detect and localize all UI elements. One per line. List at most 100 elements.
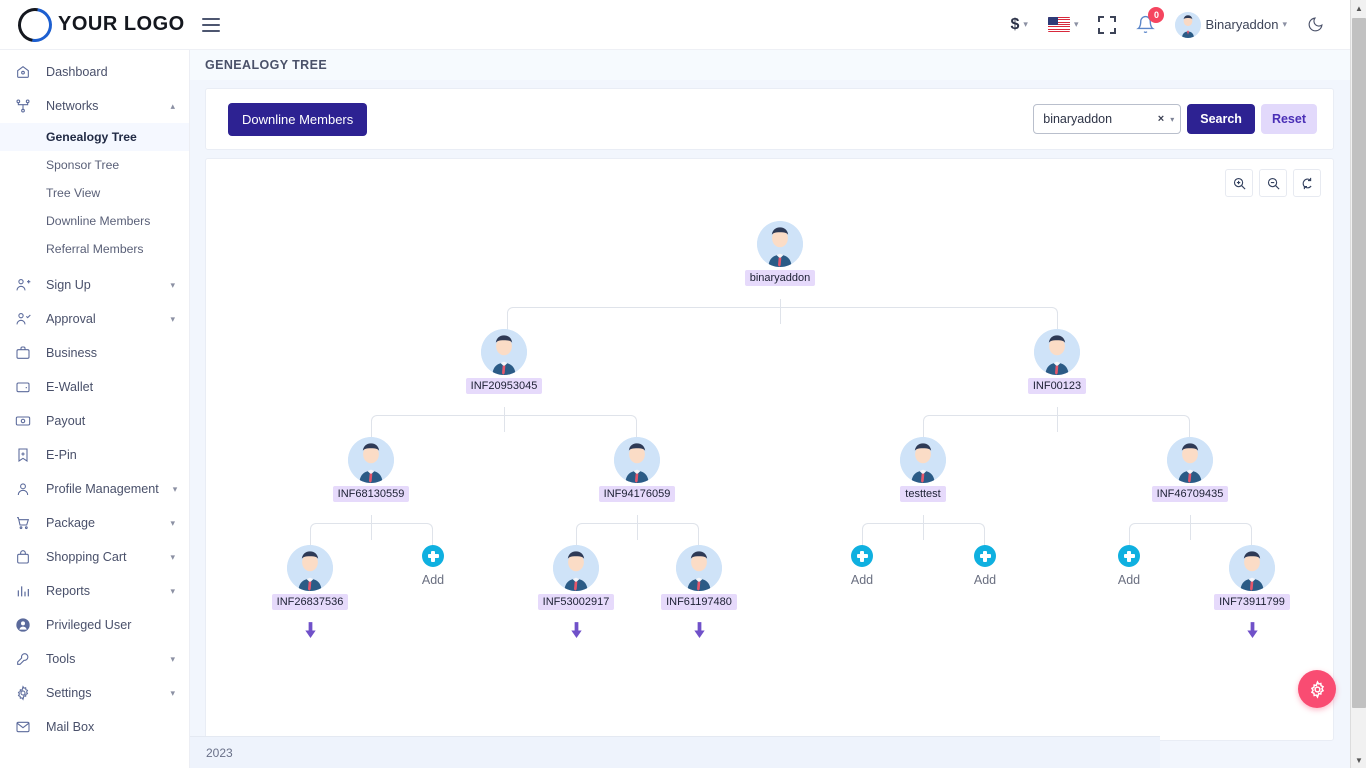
sidebar-item-label: Package xyxy=(46,516,95,530)
sidebar-item-reports[interactable]: Reports ▾ xyxy=(0,574,189,608)
sidebar-item-label: Privileged User xyxy=(46,618,131,632)
chevron-down-icon: ▾ xyxy=(1074,19,1079,30)
page-scrollbar[interactable]: ▲ ▼ xyxy=(1350,0,1366,768)
tree-add-node-3[interactable]: Add xyxy=(940,545,1030,587)
app-logo[interactable]: YOUR LOGO xyxy=(0,0,190,50)
sidebar-item-package[interactable]: Package ▾ xyxy=(0,506,189,540)
avatar[interactable] xyxy=(1034,329,1080,375)
sidebar-item-shopping-cart[interactable]: Shopping Cart ▾ xyxy=(0,540,189,574)
add-plus-icon[interactable] xyxy=(974,545,996,567)
avatar[interactable] xyxy=(348,437,394,483)
fullscreen-button[interactable] xyxy=(1098,16,1116,34)
tree-node-level4-3[interactable]: INF61197480 xyxy=(639,545,759,639)
user-check-icon xyxy=(14,310,32,328)
sidebar-item-label: Shopping Cart xyxy=(46,550,127,564)
sidebar-item-genealogy-tree[interactable]: Genealogy Tree xyxy=(0,123,189,151)
tree-node-level2-1[interactable]: INF20953045 xyxy=(444,329,564,394)
tree-add-node-2[interactable]: Add xyxy=(817,545,907,587)
chevron-down-icon: ▾ xyxy=(1282,19,1287,30)
briefcase-icon xyxy=(14,344,32,362)
chevron-down-icon: ▾ xyxy=(1023,19,1028,30)
sidebar-item-payout[interactable]: Payout xyxy=(0,404,189,438)
avatar[interactable] xyxy=(676,545,722,591)
reset-button[interactable]: Reset xyxy=(1261,104,1317,134)
tree-node-label[interactable]: INF61197480 xyxy=(661,594,737,610)
sidebar-item-label: Networks xyxy=(46,99,98,113)
tree-node-level3-2[interactable]: INF94176059 xyxy=(577,437,697,502)
sidebar-item-profile-management[interactable]: Profile Management ▾ xyxy=(0,472,189,506)
avatar[interactable] xyxy=(1167,437,1213,483)
avatar[interactable] xyxy=(757,221,803,267)
avatar[interactable] xyxy=(553,545,599,591)
tree-node-root[interactable]: binaryaddon xyxy=(720,221,840,286)
expand-down-icon[interactable] xyxy=(303,622,318,639)
tree-node-label[interactable]: INF46709435 xyxy=(1152,486,1229,502)
add-plus-icon[interactable] xyxy=(422,545,444,567)
avatar[interactable] xyxy=(1229,545,1275,591)
tree-node-label[interactable]: INF20953045 xyxy=(466,378,543,394)
sidebar-item-business[interactable]: Business xyxy=(0,336,189,370)
tree-node-label[interactable]: INF26837536 xyxy=(272,594,349,610)
member-search-select[interactable]: binaryaddon × ▾ xyxy=(1033,104,1181,134)
tree-node-level4-1[interactable]: INF26837536 xyxy=(250,545,370,639)
sidebar-item-approval[interactable]: Approval ▾ xyxy=(0,302,189,336)
add-plus-icon[interactable] xyxy=(851,545,873,567)
tree-node-label[interactable]: binaryaddon xyxy=(745,270,816,286)
tree-node-label[interactable]: INF68130559 xyxy=(333,486,410,502)
scrollbar-thumb[interactable] xyxy=(1352,18,1366,708)
gear-icon xyxy=(1308,680,1327,699)
avatar[interactable] xyxy=(287,545,333,591)
avatar[interactable] xyxy=(900,437,946,483)
sidebar-item-settings[interactable]: Settings ▾ xyxy=(0,676,189,710)
avatar-illustration-icon xyxy=(348,437,394,483)
tree-node-level2-2[interactable]: INF00123 xyxy=(997,329,1117,394)
tree-node-label[interactable]: testtest xyxy=(900,486,945,502)
tree-node-label[interactable]: INF00123 xyxy=(1028,378,1086,394)
username-label: Binaryaddon xyxy=(1205,17,1278,32)
sidebar-item-tools[interactable]: Tools ▾ xyxy=(0,642,189,676)
tree-node-label[interactable]: INF53002917 xyxy=(538,594,615,610)
theme-toggle-button[interactable] xyxy=(1307,16,1324,33)
tree-node-level4-4[interactable]: INF73911799 xyxy=(1192,545,1312,639)
sidebar: Dashboard Networks ▴ Genealogy Tree Spon… xyxy=(0,50,190,768)
tree-add-node-4[interactable]: Add xyxy=(1084,545,1174,587)
currency-selector[interactable]: $ ▾ xyxy=(1011,16,1028,34)
chevron-down-icon: ▾ xyxy=(170,280,175,291)
sidebar-item-e-wallet[interactable]: E-Wallet xyxy=(0,370,189,404)
tree-node-level3-4[interactable]: INF46709435 xyxy=(1130,437,1250,502)
add-plus-icon[interactable] xyxy=(1118,545,1140,567)
settings-fab-button[interactable] xyxy=(1298,670,1336,708)
expand-down-icon[interactable] xyxy=(1245,622,1260,639)
sidebar-toggle-icon[interactable] xyxy=(202,12,228,38)
avatar xyxy=(1175,12,1201,38)
expand-down-icon[interactable] xyxy=(692,622,707,639)
language-selector[interactable]: ▾ xyxy=(1048,17,1079,32)
scroll-up-arrow-icon[interactable]: ▲ xyxy=(1351,0,1366,16)
sidebar-item-networks[interactable]: Networks ▴ xyxy=(0,89,189,123)
sidebar-item-tree-view[interactable]: Tree View xyxy=(0,179,189,207)
avatar[interactable] xyxy=(614,437,660,483)
sidebar-item-referral-members[interactable]: Referral Members xyxy=(0,235,189,263)
sidebar-item-dashboard[interactable]: Dashboard xyxy=(0,55,189,89)
sidebar-item-sponsor-tree[interactable]: Sponsor Tree xyxy=(0,151,189,179)
tree-node-level3-1[interactable]: INF68130559 xyxy=(311,437,431,502)
avatar[interactable] xyxy=(481,329,527,375)
tree-node-label[interactable]: INF94176059 xyxy=(599,486,676,502)
sidebar-item-mail-box[interactable]: Mail Box xyxy=(0,710,189,744)
clear-selection-icon[interactable]: × xyxy=(1158,113,1164,125)
sidebar-item-sign-up[interactable]: Sign Up ▾ xyxy=(0,268,189,302)
search-button[interactable]: Search xyxy=(1187,104,1255,134)
tree-node-label[interactable]: INF73911799 xyxy=(1214,594,1290,610)
sidebar-item-privileged-user[interactable]: Privileged User xyxy=(0,608,189,642)
chevron-down-icon: ▾ xyxy=(170,654,175,665)
tree-node-level4-2[interactable]: INF53002917 xyxy=(516,545,636,639)
notifications-button[interactable]: 0 xyxy=(1136,15,1155,34)
expand-down-icon[interactable] xyxy=(569,622,584,639)
sidebar-item-downline-members[interactable]: Downline Members xyxy=(0,207,189,235)
tree-add-node-1[interactable]: Add xyxy=(388,545,478,587)
tree-node-level3-3[interactable]: testtest xyxy=(863,437,983,502)
sidebar-item-e-pin[interactable]: E-Pin xyxy=(0,438,189,472)
user-menu[interactable]: Binaryaddon ▾ xyxy=(1175,12,1287,38)
scroll-down-arrow-icon[interactable]: ▼ xyxy=(1351,752,1366,768)
downline-members-button[interactable]: Downline Members xyxy=(228,103,367,136)
